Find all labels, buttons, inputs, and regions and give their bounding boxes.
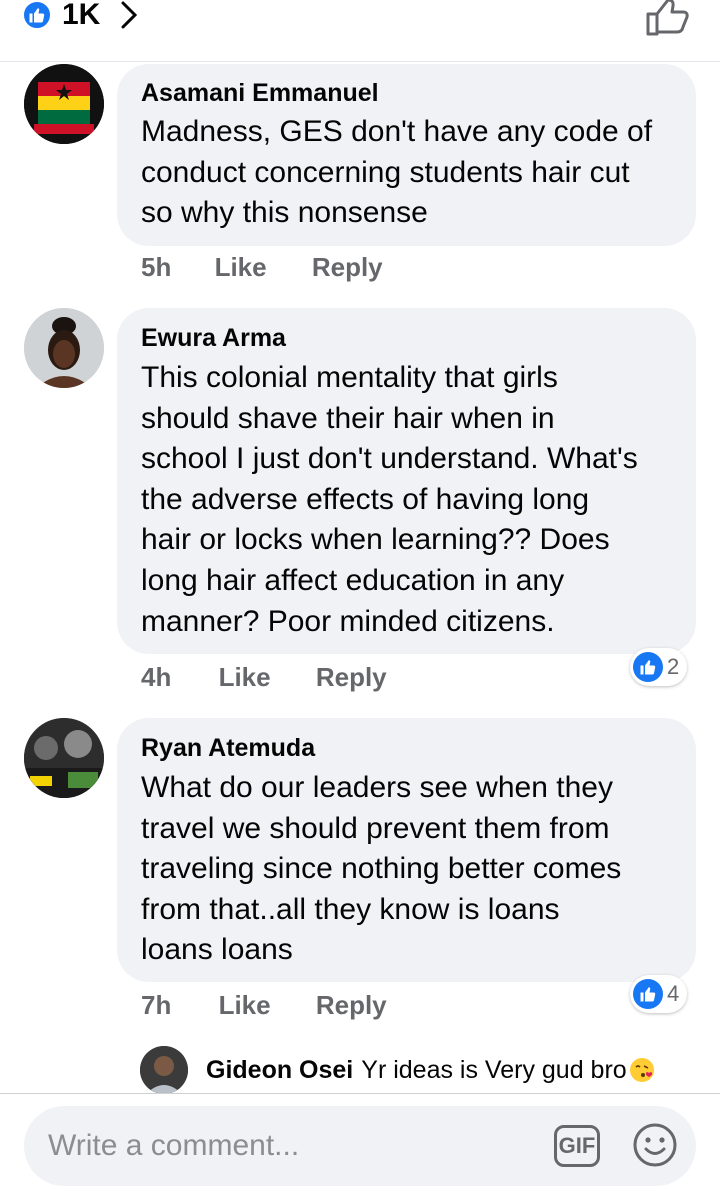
comment-text: What do our leaders see when they travel… (141, 771, 622, 967)
avatar[interactable] (24, 308, 104, 388)
like-icon (22, 0, 52, 30)
comment-input[interactable] (48, 1124, 528, 1168)
reply-preview[interactable]: Gideon Osei Yr ideas is Very gud bro (140, 1046, 655, 1094)
profile-photo (140, 1046, 188, 1094)
thumbs-up-outline-icon[interactable] (644, 0, 690, 36)
like-button[interactable]: Like (219, 990, 271, 1020)
comment-text: This colonial mentality that girls shoul… (141, 361, 638, 638)
like-icon (633, 652, 663, 682)
like-count: 1K (62, 0, 101, 31)
reply-text: Yr ideas is Very gud bro (361, 1055, 627, 1084)
comment-meta: 4h Like Reply (141, 662, 387, 693)
avatar (140, 1046, 188, 1094)
avatar[interactable] (24, 64, 104, 144)
reply-button[interactable]: Reply (316, 990, 387, 1020)
comment-author[interactable]: Ewura Arma (141, 324, 286, 353)
reaction-badge[interactable]: 4 (630, 975, 688, 1013)
blowing-kiss-emoji-icon (629, 1058, 654, 1082)
comment-text: Madness, GES don't have any code of cond… (141, 115, 653, 230)
reactions-summary[interactable]: 1K (22, 0, 140, 31)
reaction-count: 2 (667, 654, 680, 679)
like-button[interactable]: Like (215, 252, 267, 282)
comment-time: 5h (141, 252, 172, 282)
profile-photo (24, 308, 104, 388)
comment-meta: 7h Like Reply (141, 990, 387, 1021)
reactions-header: 1K (0, 0, 720, 62)
avatar[interactable] (24, 718, 104, 798)
chevron-right-icon (121, 1, 138, 29)
comment-author[interactable]: Asamani Emmanuel (141, 79, 379, 108)
like-button[interactable]: Like (219, 662, 271, 692)
comment-composer: GIF (24, 1106, 696, 1186)
reply-button[interactable]: Reply (316, 662, 387, 692)
like-icon (633, 979, 663, 1009)
comment-time: 4h (141, 662, 172, 692)
comment-meta: 5h Like Reply (141, 252, 383, 283)
reaction-count: 4 (667, 981, 680, 1006)
gif-icon[interactable]: GIF (554, 1125, 600, 1167)
reply-author: Gideon Osei (206, 1055, 354, 1084)
smiley-icon[interactable] (632, 1122, 678, 1168)
reaction-badge[interactable]: 2 (630, 648, 688, 686)
comment-author[interactable]: Ryan Atemuda (141, 734, 315, 763)
comment-time: 7h (141, 990, 172, 1020)
flag-avatar-image (24, 64, 104, 144)
reply-button[interactable]: Reply (312, 252, 383, 282)
profile-photo (24, 718, 104, 798)
